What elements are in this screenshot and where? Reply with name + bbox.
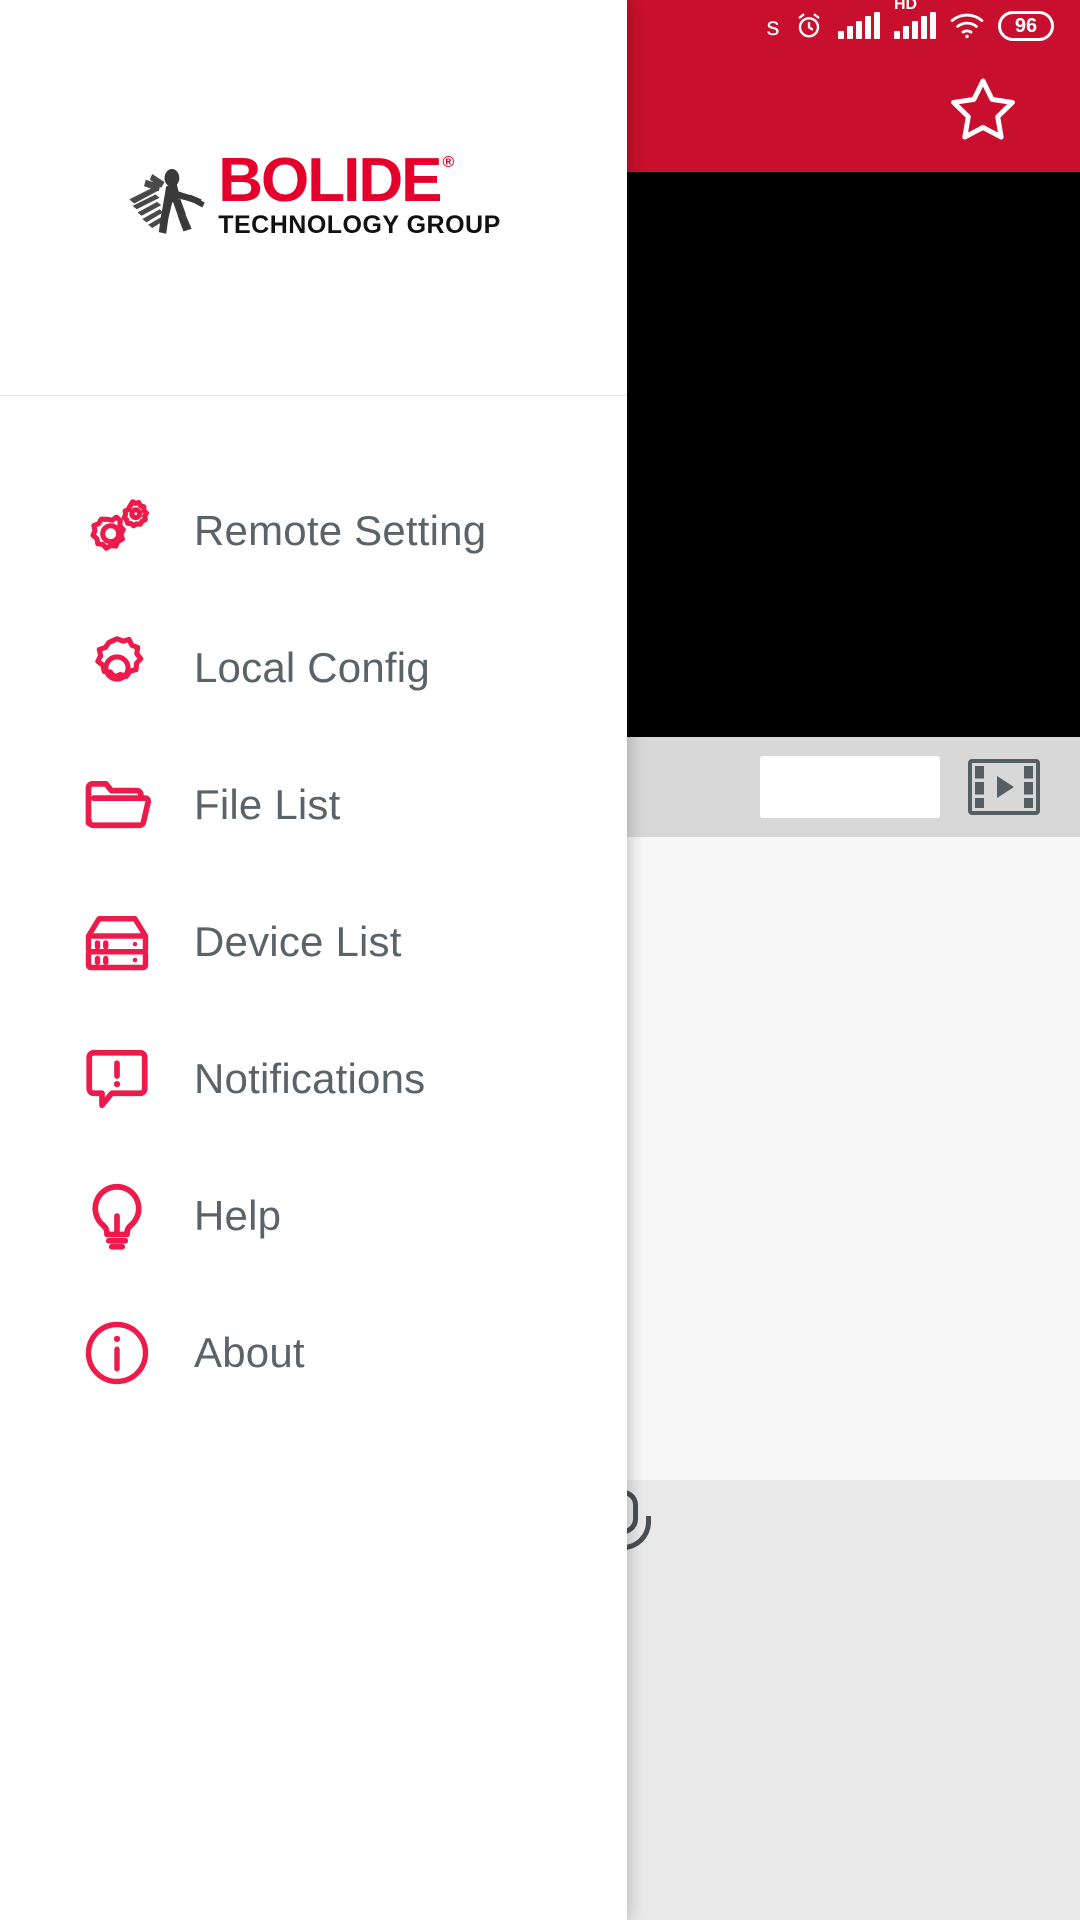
- menu-item-label: Help: [194, 1191, 282, 1239]
- film-strip-play-icon[interactable]: [968, 759, 1040, 815]
- navigation-drawer: BOLIDE ® TECHNOLOGY GROUP Remote Setting…: [0, 0, 627, 1920]
- menu-item-file-list[interactable]: File List: [0, 736, 627, 873]
- info-circle-icon: [78, 1314, 156, 1392]
- menu-item-label: Local Config: [194, 643, 430, 691]
- drawer-menu: Remote Setting Local Config File List De…: [0, 396, 627, 1421]
- menu-item-device-list[interactable]: Device List: [0, 873, 627, 1010]
- phone-screen: s HD 96 BOLIDE ® TECHNOLOGY GROUP Remote…: [0, 0, 1080, 1920]
- speech-bubble-alert-icon: [78, 1040, 156, 1118]
- menu-item-label: File List: [194, 780, 341, 828]
- brand-name: BOLIDE: [218, 145, 442, 215]
- logo-text: BOLIDE ® TECHNOLOGY GROUP: [218, 145, 501, 240]
- menu-item-label: Remote Setting: [194, 506, 487, 554]
- signal-bars-icon: [838, 12, 880, 39]
- logo: BOLIDE ® TECHNOLOGY GROUP: [126, 145, 501, 244]
- menu-item-label: Notifications: [194, 1054, 426, 1102]
- brand-tagline: TECHNOLOGY GROUP: [218, 210, 501, 239]
- menu-item-help[interactable]: Help: [0, 1147, 627, 1284]
- registered-mark: ®: [442, 153, 454, 171]
- menu-item-remote-setting[interactable]: Remote Setting: [0, 462, 627, 599]
- menu-item-notifications[interactable]: Notifications: [0, 1010, 627, 1147]
- brand-header: BOLIDE ® TECHNOLOGY GROUP: [0, 0, 627, 396]
- star-outline-icon[interactable]: [946, 73, 1020, 152]
- menu-item-local-config[interactable]: Local Config: [0, 599, 627, 736]
- gear-icon: [78, 629, 156, 707]
- brand-name-row: BOLIDE ®: [218, 145, 501, 215]
- pegasus-winged-figure-icon: [129, 168, 205, 234]
- lightbulb-icon: [78, 1177, 156, 1255]
- battery-indicator: 96: [998, 11, 1054, 41]
- hd-signal-bars-icon: HD: [894, 0, 936, 39]
- menu-item-label: About: [194, 1328, 305, 1376]
- control-input[interactable]: [760, 756, 940, 818]
- menu-item-about[interactable]: About: [0, 1284, 627, 1421]
- dual-gear-icon: [78, 492, 156, 570]
- battery-level: 96: [1014, 14, 1038, 37]
- status-bar-partial-text: s: [766, 10, 780, 41]
- menu-item-label: Device List: [194, 917, 402, 965]
- server-rack-icon: [78, 903, 156, 981]
- wifi-icon: [950, 13, 984, 39]
- folder-icon: [78, 766, 156, 844]
- hd-label: HD: [894, 0, 918, 13]
- alarm-clock-icon: [794, 11, 824, 41]
